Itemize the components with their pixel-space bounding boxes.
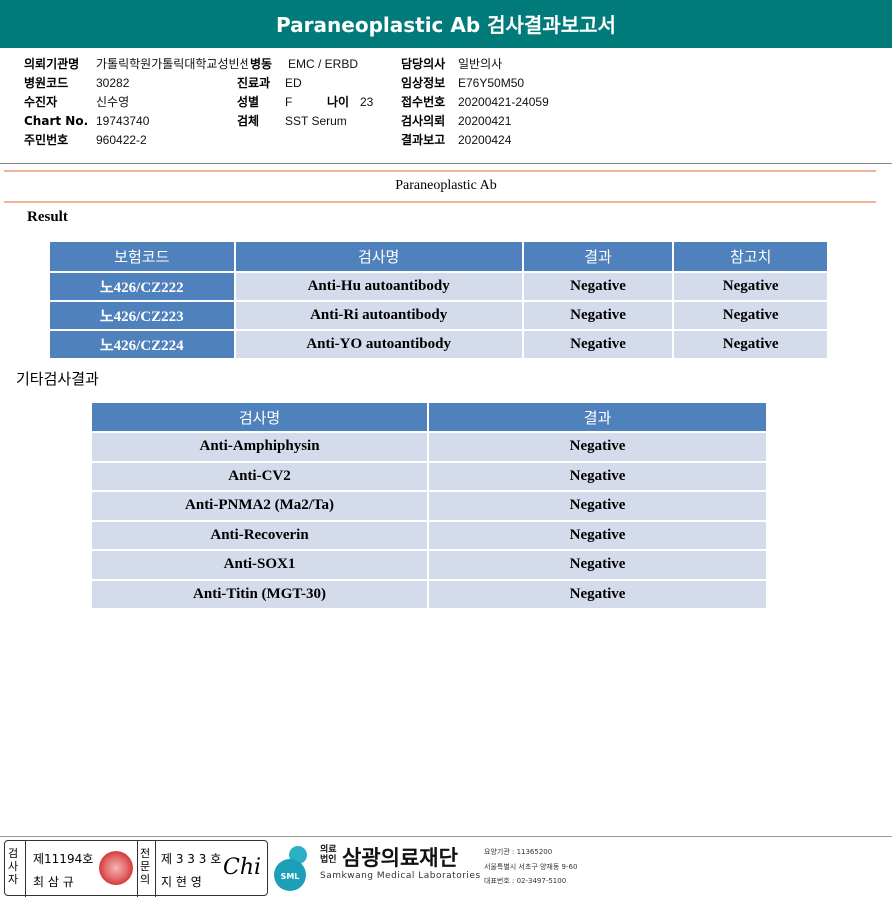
cell-result: Negative — [521, 271, 675, 302]
cell-test: Anti-YO autoantibody — [233, 329, 524, 360]
cell-code: 노426/CZ222 — [48, 271, 236, 302]
cell-ref: Negative — [672, 271, 829, 302]
separator — [155, 841, 156, 897]
cell-test: Anti-Ri autoantibody — [233, 300, 524, 331]
cell-test: Anti-Amphiphysin — [89, 431, 430, 463]
col-header-test: 검사명 — [89, 401, 430, 433]
divider-bottom — [4, 201, 876, 203]
cell-result: Negative — [427, 519, 768, 551]
section-title: Paraneoplastic Ab — [395, 178, 497, 193]
cell-result: Negative — [427, 431, 768, 463]
table-row: Anti-SOX1 Negative — [89, 549, 768, 581]
col-header-ref: 참고치 — [672, 240, 829, 273]
table-row: 노426/CZ223 Anti-Ri autoantibody Negative… — [48, 300, 829, 331]
col-header-result: 결과 — [521, 240, 675, 273]
header-col2: 병동 EMC / ERBD — [248, 55, 359, 74]
cell-ref: Negative — [672, 329, 829, 360]
sml-logo-icon: SML — [274, 846, 307, 891]
table-row: 노426/CZ224 Anti-YO autoantibody Negative… — [48, 329, 829, 360]
cell-result: Negative — [521, 300, 675, 331]
cell-test: Anti-PNMA2 (Ma2/Ta) — [89, 490, 430, 522]
signature-box: 검사자 제11194호 최 삼 규 전문의 제 3 3 3 호 지 현 영 Ch… — [4, 840, 268, 897]
info-row-ward: 병동 EMC / ERBD — [250, 57, 359, 71]
other-table-header: 검사명 결과 — [89, 401, 768, 433]
cell-code: 노426/CZ223 — [48, 300, 236, 331]
col-header-result: 결과 — [427, 401, 768, 433]
cell-test: Anti-Recoverin — [89, 519, 430, 551]
header-col3: 담당의사 일반의사 임상정보 E76Y50M50 접수번호 20200421-2405… — [401, 55, 549, 150]
logo-short-text: SML — [281, 872, 300, 881]
table-row: Anti-Amphiphysin Negative — [89, 431, 768, 463]
cell-test: Anti-Titin (MGT-30) — [89, 578, 430, 610]
col-header-code: 보험코드 — [48, 240, 236, 273]
cell-result: Negative — [427, 490, 768, 522]
doctor-name: 지 현 영 — [161, 875, 202, 889]
seal-stamp — [99, 851, 133, 885]
info-row-institution: 의뢰기관명 가톨릭학원가톨릭대학교성빈센트병원 — [24, 57, 284, 71]
header-col2-lower: 진료과 ED 성별 F 나이 23 검체 SST Serum — [237, 74, 373, 131]
tester-license-no: 제11194호 — [33, 852, 94, 866]
info-row-clinical-info: 임상정보 E76Y50M50 — [401, 76, 525, 90]
table-row: 노426/CZ222 Anti-Hu autoantibody Negative… — [48, 271, 829, 302]
table-row: Anti-Titin (MGT-30) Negative — [89, 578, 768, 610]
signature: Chi — [223, 855, 262, 880]
info-row-resident-no: 주민번호 960422-2 — [24, 133, 147, 147]
cell-result: Negative — [427, 460, 768, 492]
result-label: Result — [27, 209, 68, 225]
info-row-specimen: 검체 SST Serum — [237, 114, 347, 128]
cell-result: Negative — [427, 549, 768, 581]
table-row: Anti-CV2 Negative — [89, 460, 768, 492]
separator — [25, 841, 26, 897]
cell-result: Negative — [427, 578, 768, 610]
other-results-label: 기타검사결과 — [16, 370, 99, 388]
cell-ref: Negative — [672, 300, 829, 331]
doctor-license-no: 제 3 3 3 호 — [161, 852, 222, 866]
info-row-doctor: 담당의사 일반의사 — [401, 57, 503, 71]
cell-result: Negative — [521, 329, 675, 360]
tester-name: 최 삼 규 — [33, 875, 74, 889]
cell-test: Anti-Hu autoantibody — [233, 271, 524, 302]
col-header-test: 검사명 — [233, 240, 524, 273]
separator — [137, 841, 138, 897]
info-row-dept: 진료과 ED — [237, 76, 302, 90]
cell-test: Anti-CV2 — [89, 460, 430, 492]
tester-label: 검사자 — [7, 847, 19, 886]
org-name: 삼광의료재단 — [342, 846, 458, 870]
table-row: Anti-PNMA2 (Ma2/Ta) Negative — [89, 490, 768, 522]
cell-code: 노426/CZ224 — [48, 329, 236, 360]
info-row-accession-no: 접수번호 20200421-24059 — [401, 95, 549, 109]
table-row: Anti-Recoverin Negative — [89, 519, 768, 551]
other-results-table: 검사명 결과 Anti-Amphiphysin Negative Anti-CV… — [89, 401, 768, 610]
contact-address: 서울특별시 서초구 양재동 9-60 — [484, 863, 578, 871]
info-row-report-date: 결과보고 20200424 — [401, 133, 512, 147]
doctor-label: 전문의 — [139, 847, 151, 886]
result-table: 보험코드 검사명 결과 참고치 노426/CZ222 Anti-Hu autoa… — [48, 240, 829, 360]
result-table-header: 보험코드 검사명 결과 참고치 — [48, 240, 829, 273]
divider-top — [4, 170, 876, 172]
cell-test: Anti-SOX1 — [89, 549, 430, 581]
corp-type-label: 의료 법인 — [320, 845, 337, 865]
contact-code: 요양기관 : 11365200 — [484, 848, 553, 856]
info-row-sex-age: 성별 F 나이 23 — [237, 95, 374, 109]
info-row-request-date: 검사의뢰 20200421 — [401, 114, 512, 128]
report-title: Paraneoplastic Ab 검사결과보고서 — [0, 0, 892, 48]
contact-phone: 대표번호 : 02-3497-5100 — [484, 877, 567, 885]
org-english-name: Samkwang Medical Laboratories — [320, 871, 481, 881]
